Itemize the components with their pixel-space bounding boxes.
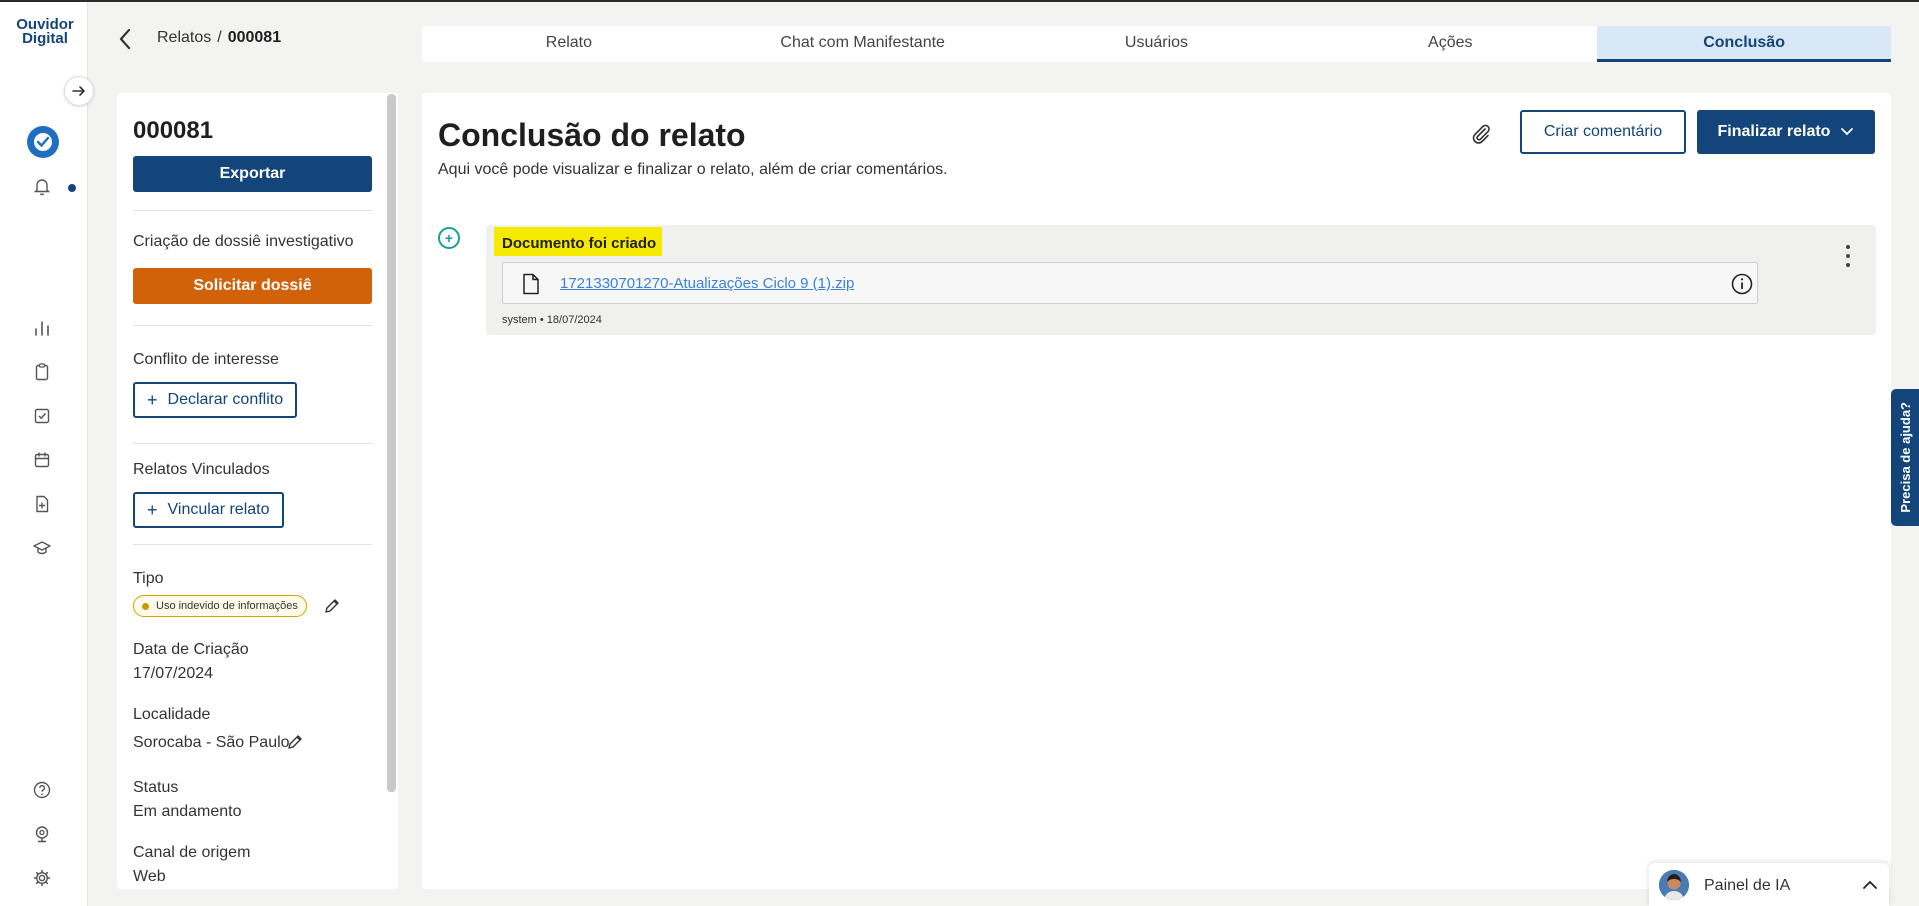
webcam-icon[interactable]: [30, 822, 54, 846]
plus-icon: +: [147, 389, 158, 410]
locality-label: Localidade: [133, 706, 211, 723]
app-logo[interactable]: Ouvidor Digital: [14, 17, 76, 47]
divider: [133, 443, 372, 444]
locality-value: Sorocaba - São Paulo: [133, 734, 290, 751]
divider: [133, 210, 372, 211]
finalize-report-label: Finalizar relato: [1717, 123, 1831, 140]
ia-panel-label: Painel de IA: [1704, 877, 1791, 894]
gear-icon[interactable]: [30, 866, 54, 890]
breadcrumb-separator: /: [217, 29, 222, 46]
tab-conclusao[interactable]: Conclusão: [1597, 26, 1891, 62]
event-title: Documento foi criado: [494, 227, 663, 256]
report-details-panel: 000081 Exportar Criação de dossiê invest…: [117, 93, 398, 889]
declare-conflict-button[interactable]: + Declarar conflito: [133, 382, 298, 418]
file-add-icon[interactable]: [30, 492, 54, 516]
attachment-row: 1721330701270-Atualizações Ciclo 9 (1).z…: [502, 262, 1758, 304]
chevron-down-icon: [1841, 128, 1854, 136]
divider: [133, 325, 372, 326]
divider: [133, 544, 372, 545]
checkbox-icon[interactable]: [30, 404, 54, 428]
breadcrumb-parent-link[interactable]: Relatos: [157, 29, 211, 46]
status-value: Em andamento: [133, 803, 242, 820]
page-title: Conclusão do relato: [438, 117, 746, 153]
paperclip-icon[interactable]: [1468, 121, 1494, 147]
status-label: Status: [133, 779, 179, 796]
plus-icon: +: [147, 499, 158, 520]
tipo-label: Tipo: [133, 570, 164, 587]
chevron-up-icon[interactable]: [1861, 876, 1879, 894]
attachment-link[interactable]: 1721330701270-Atualizações Ciclo 9 (1).z…: [560, 275, 854, 292]
edit-tipo-pencil-icon[interactable]: [323, 597, 341, 615]
request-dossie-button[interactable]: Solicitar dossiê: [133, 268, 372, 304]
origin-channel-value: Web: [133, 868, 166, 885]
tab-acoes[interactable]: Ações: [1303, 26, 1597, 62]
timeline-add-icon[interactable]: +: [438, 227, 460, 249]
clipboard-icon[interactable]: [30, 360, 54, 384]
assistant-avatar: [1659, 870, 1689, 900]
conclusion-content: Conclusão do relato Aqui você pode visua…: [422, 93, 1891, 889]
bell-icon[interactable]: [30, 174, 54, 198]
ia-panel[interactable]: Painel de IA: [1649, 863, 1889, 906]
tab-chat-com-manifestante[interactable]: Chat com Manifestante: [716, 26, 1010, 62]
creation-date-value: 17/07/2024: [133, 665, 214, 682]
badge-dot: [142, 602, 149, 610]
expand-sidebar-button[interactable]: [64, 76, 94, 106]
linked-section-label: Relatos Vinculados: [133, 461, 270, 478]
back-button[interactable]: [118, 26, 140, 52]
user-avatar-check-icon[interactable]: [27, 126, 59, 158]
help-label: Precisa de ajuda?: [1897, 402, 1913, 513]
more-options-kebab-icon[interactable]: [1838, 243, 1858, 269]
report-id: 000081: [133, 117, 214, 144]
event-meta: system • 18/07/2024: [502, 314, 602, 326]
calendar-icon[interactable]: [30, 448, 54, 472]
dossie-section-label: Criação de dossiê investigativo: [133, 233, 354, 250]
edit-locality-pencil-icon[interactable]: [286, 733, 304, 751]
breadcrumb: Relatos / 000081: [157, 29, 281, 47]
help-side-tab[interactable]: Precisa de ajuda?: [1891, 389, 1919, 526]
tipo-value: Uso indevido de informações: [156, 600, 298, 612]
link-report-button[interactable]: + Vincular relato: [133, 492, 284, 528]
declare-conflict-label: Declarar conflito: [167, 391, 284, 408]
tab-relato[interactable]: Relato: [422, 26, 716, 62]
graduation-cap-icon[interactable]: [30, 536, 54, 560]
finalize-report-button[interactable]: Finalizar relato: [1697, 110, 1875, 154]
window-top-border: [0, 0, 1919, 2]
chevron-left-icon: [119, 28, 131, 50]
link-report-label: Vincular relato: [167, 501, 270, 518]
creation-date-label: Data de Criação: [133, 641, 249, 658]
chart-bars-icon[interactable]: [30, 316, 54, 340]
notification-dot: [68, 184, 76, 192]
timeline-event: Documento foi criado 1721330701270-Atual…: [486, 225, 1876, 335]
conflict-section-label: Conflito de interesse: [133, 351, 279, 368]
nav-rail: Ouvidor Digital: [0, 2, 94, 906]
tipo-badge: Uso indevido de informações: [133, 595, 307, 617]
page-subtitle: Aqui você pode visualizar e finalizar o …: [438, 161, 948, 178]
arrow-right-icon: [72, 86, 85, 96]
document-icon: [523, 273, 539, 295]
help-circle-icon[interactable]: [30, 778, 54, 802]
logo-line2: Digital: [22, 30, 68, 47]
create-comment-button[interactable]: Criar comentário: [1520, 110, 1686, 154]
report-tabs: Relato Chat com Manifestante Usuários Aç…: [422, 26, 1891, 62]
export-button[interactable]: Exportar: [133, 156, 372, 192]
origin-channel-label: Canal de origem: [133, 844, 251, 861]
tab-usuarios[interactable]: Usuários: [1010, 26, 1304, 62]
breadcrumb-current: 000081: [227, 29, 282, 46]
info-icon[interactable]: [1730, 272, 1754, 296]
panel-scrollbar[interactable]: [387, 94, 396, 792]
